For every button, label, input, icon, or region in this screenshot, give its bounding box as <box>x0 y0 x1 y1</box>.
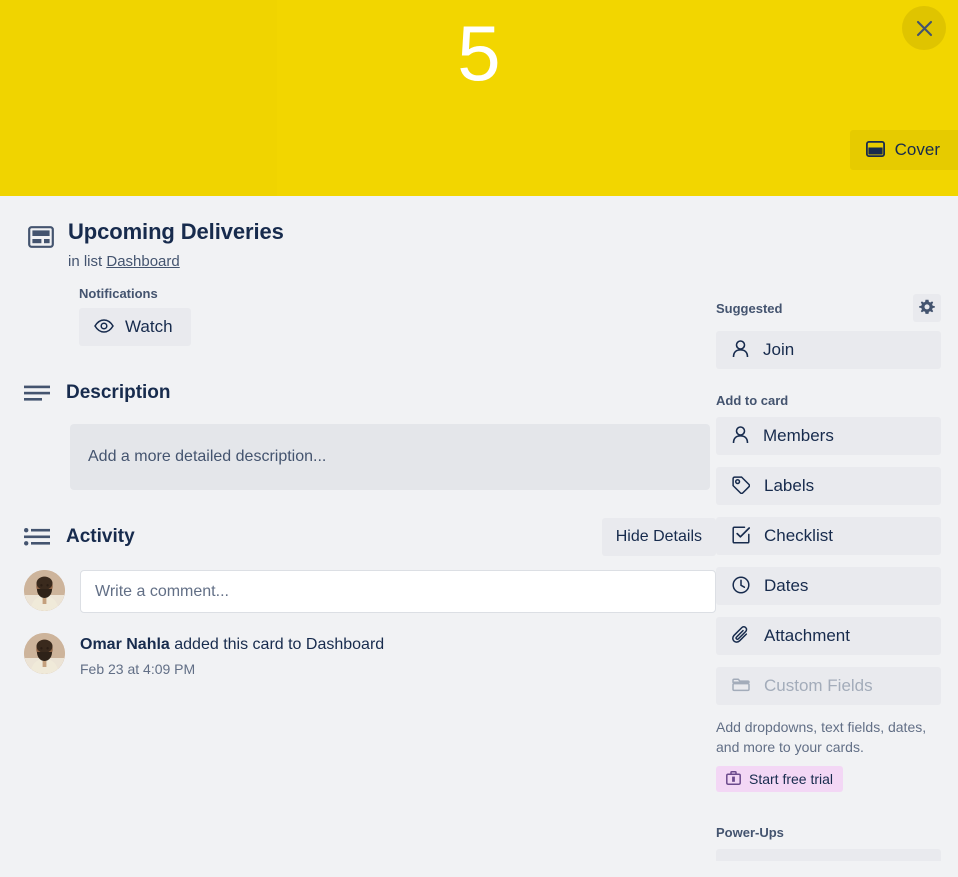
sidebar-item-checklist[interactable]: Checklist <box>716 517 941 555</box>
avatar[interactable] <box>24 633 65 674</box>
gear-icon <box>919 299 935 318</box>
card-detail-body: Upcoming Deliveries in list Dashboard No… <box>0 196 958 877</box>
description-section-header: Description <box>24 382 716 404</box>
briefcase-icon <box>726 770 741 788</box>
sidebar-item-join-label: Join <box>763 340 795 359</box>
activity-list-icon <box>24 528 50 546</box>
settings-button[interactable] <box>913 294 941 322</box>
description-placeholder-box[interactable]: Add a more detailed description... <box>70 424 710 490</box>
card-header: Upcoming Deliveries in list Dashboard <box>0 196 958 270</box>
avatar[interactable] <box>24 570 65 611</box>
card-template-icon <box>28 218 54 270</box>
sidebar-item-custom-fields-label: Custom Fields <box>764 676 873 695</box>
card-main-column: Notifications Watch Description Add a mo… <box>0 286 716 861</box>
sidebar-item-attachment-label: Attachment <box>764 626 850 645</box>
activity-author: Omar Nahla <box>80 636 170 653</box>
paperclip-icon <box>732 625 750 647</box>
hide-details-button[interactable]: Hide Details <box>601 518 716 556</box>
sidebar-item-checklist-label: Checklist <box>764 526 833 545</box>
suggested-label: Suggested <box>716 300 783 316</box>
sidebar-item-labels-label: Labels <box>764 476 815 495</box>
card-columns: Notifications Watch Description Add a mo… <box>0 286 958 861</box>
sidebar-item-labels[interactable]: Labels <box>716 467 941 505</box>
sidebar-item-attachment[interactable]: Attachment <box>716 617 941 655</box>
watch-button-label: Watch <box>125 317 173 336</box>
page-title: Upcoming Deliveries <box>68 219 284 244</box>
activity-action: added this card to Dashboard <box>169 636 385 653</box>
cover-button-label: Cover <box>894 140 940 159</box>
sidebar-item-join[interactable]: Join <box>716 331 941 369</box>
description-title: Description <box>66 382 171 403</box>
sidebar-item-dates-label: Dates <box>764 576 809 595</box>
watch-button[interactable]: Watch <box>79 308 191 346</box>
activity-item-text: Omar Nahla added this card to Dashboard <box>80 633 384 656</box>
person-icon <box>732 425 749 447</box>
start-free-trial-button[interactable]: Start free trial <box>716 766 844 792</box>
activity-item-body: Omar Nahla added this card to Dashboard … <box>80 633 384 677</box>
start-free-trial-label: Start free trial <box>749 771 834 787</box>
card-list-breadcrumb: in list Dashboard <box>68 253 284 270</box>
close-icon <box>915 19 934 38</box>
in-list-label: in list <box>68 253 103 270</box>
label-tag-icon <box>732 475 751 497</box>
clock-icon <box>732 575 750 597</box>
power-ups-label: Power-Ups <box>716 825 784 840</box>
description-placeholder-text: Add a more detailed description... <box>88 448 327 465</box>
sidebar-item-dates[interactable]: Dates <box>716 567 941 605</box>
sidebar-item-powerups-partial[interactable] <box>716 849 941 861</box>
description-lines-icon <box>24 385 50 402</box>
sidebar-item-members-label: Members <box>763 426 834 445</box>
card-sidebar: Suggested Join Add to card Members Label… <box>716 286 958 861</box>
activity-timestamp: Feb 23 at 4:09 PM <box>80 661 196 677</box>
list-link[interactable]: Dashboard <box>106 253 179 270</box>
comment-input[interactable] <box>80 570 716 613</box>
activity-title: Activity <box>66 526 135 547</box>
notifications-label: Notifications <box>79 286 158 301</box>
add-to-card-label: Add to card <box>716 393 789 408</box>
card-cover: 5 Cover <box>0 0 958 196</box>
activity-section-header: Activity Hide Details <box>24 518 716 556</box>
close-button[interactable] <box>902 6 946 50</box>
card-title-block: Upcoming Deliveries in list Dashboard <box>68 218 284 270</box>
cover-number: 5 <box>457 9 501 97</box>
sidebar-item-members[interactable]: Members <box>716 417 941 455</box>
cover-icon <box>865 140 885 160</box>
sidebar-item-custom-fields[interactable]: Custom Fields <box>716 667 941 705</box>
eye-icon <box>94 318 114 336</box>
person-icon <box>732 339 749 361</box>
custom-fields-note: Add dropdowns, text fields, dates, and m… <box>716 719 927 755</box>
suggested-header: Suggested <box>716 294 941 322</box>
custom-fields-icon <box>732 678 750 695</box>
activity-item: Omar Nahla added this card to Dashboard … <box>24 633 716 677</box>
checklist-icon <box>732 525 751 547</box>
comment-composer <box>24 570 716 613</box>
cover-button[interactable]: Cover <box>849 130 958 170</box>
